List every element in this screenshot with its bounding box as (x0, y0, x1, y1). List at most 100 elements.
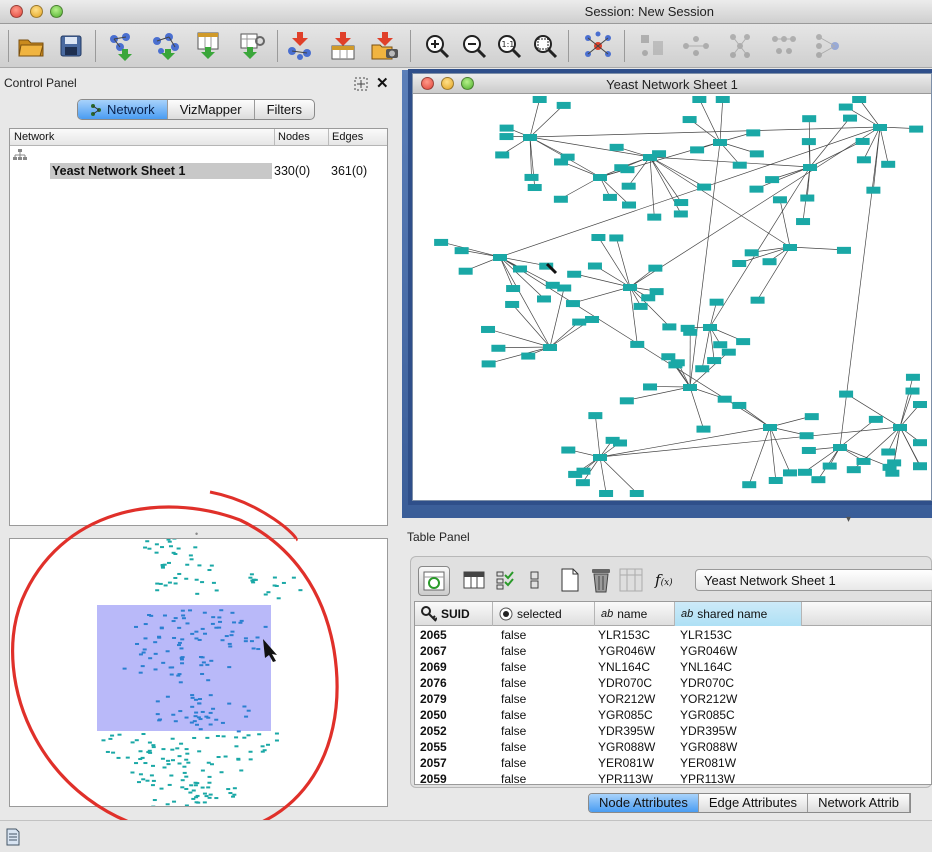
table-row[interactable]: 2050 false YGR085C YGR085C (415, 707, 931, 723)
network-name: Yeast Network Sheet 1 (52, 164, 186, 178)
column-name[interactable]: ab name (595, 602, 675, 626)
table-row[interactable]: 2055 false YGR088W YGR088W (415, 739, 931, 755)
new-column-icon[interactable] (559, 567, 581, 596)
export-image-icon[interactable] (369, 30, 401, 62)
column-suid[interactable]: SUID (415, 602, 493, 626)
network-node (553, 195, 568, 203)
tab-network-attributes[interactable]: Network Attrib (808, 794, 910, 812)
network-canvas[interactable] (413, 94, 931, 500)
control-panel-label: Control Panel (4, 76, 77, 90)
zoom-selected-icon[interactable] (529, 30, 561, 62)
network-edge (769, 426, 791, 473)
network-node (527, 184, 542, 192)
cell-shared: YGR046W (680, 644, 738, 658)
zoom-out-icon[interactable] (458, 30, 490, 62)
table-row[interactable]: 2057 false YER081W YER081W (415, 755, 931, 771)
network-view-2-icon[interactable] (680, 30, 712, 62)
network-node (732, 260, 747, 268)
network-node (839, 390, 854, 398)
network-hub-node (703, 324, 717, 331)
table-row[interactable]: 2059 false YPR113W YPR113W (415, 771, 931, 785)
zoom-actual-icon[interactable]: 1:1 (493, 30, 525, 62)
open-session-icon[interactable] (15, 30, 47, 62)
toolbar-separator (8, 30, 9, 62)
function-builder-icon[interactable]: f(x) (655, 571, 673, 589)
network-node (843, 114, 858, 122)
export-table-icon[interactable] (327, 30, 359, 62)
cell-shared: YGR085C (680, 708, 735, 722)
column-shared-name[interactable]: ab shared name (675, 602, 802, 626)
cell-suid: 2069 (420, 660, 447, 674)
columns-list-icon[interactable] (528, 570, 542, 593)
float-panel-icon[interactable] (354, 77, 368, 94)
network-view-5-icon[interactable] (812, 30, 844, 62)
network-node (783, 469, 798, 477)
cell-shared: YDR395W (680, 724, 737, 738)
network-node (621, 182, 636, 190)
network-edge (879, 126, 889, 164)
table-row[interactable]: 2052 false YDR395W YDR395W (415, 723, 931, 739)
title-bar: Session: New Session (0, 0, 932, 24)
network-node (481, 360, 496, 368)
network-edge (598, 236, 631, 288)
tab-edge-attributes[interactable]: Edge Attributes (699, 794, 809, 812)
import-table-icon[interactable] (193, 30, 225, 62)
cell-name: YPR113W (598, 772, 654, 785)
network-node (521, 352, 536, 360)
column-network[interactable]: Network (14, 131, 54, 143)
tab-network[interactable]: Network (78, 100, 168, 119)
network-select-dropdown[interactable]: Yeast Network Sheet 1 (695, 569, 932, 591)
toolbar-separator (568, 30, 569, 62)
delete-table-icon[interactable] (619, 568, 643, 595)
network-node (746, 129, 761, 137)
table-row[interactable]: 2069 false YNL164C YNL164C (415, 659, 931, 675)
table-row[interactable]: 2067 false YGR046W YGR046W (415, 643, 931, 659)
network-list-panel: Network Nodes Edges Yeast Network Sheet … (9, 128, 388, 526)
cell-selected: false (501, 676, 527, 690)
select-columns-icon[interactable] (495, 570, 515, 593)
cell-name: YLR153C (598, 628, 651, 642)
tab-vizmapper[interactable]: VizMapper (168, 100, 255, 119)
node-table: SUID selected ab name ab shared name 206… (414, 601, 932, 785)
network-view-1-icon[interactable] (636, 30, 668, 62)
network-node (641, 294, 656, 302)
column-selected[interactable]: selected (493, 602, 595, 626)
save-session-icon[interactable] (55, 30, 87, 62)
import-table-url-icon[interactable] (237, 30, 269, 62)
layout-icon[interactable] (582, 30, 614, 62)
network-edge (629, 286, 638, 344)
resize-handle[interactable]: ▾ (846, 514, 851, 525)
table-row[interactable]: 2065 false YLR153C YLR153C (415, 627, 931, 643)
network-node (532, 96, 547, 103)
network-hub-node (493, 254, 507, 261)
network-hub-node (593, 454, 607, 461)
delete-column-icon[interactable] (590, 566, 612, 597)
close-panel-icon[interactable]: ✕ (376, 74, 389, 92)
network-view-4-icon[interactable] (768, 30, 800, 62)
tab-node-attributes[interactable]: Node Attributes (589, 794, 699, 812)
import-network-icon[interactable] (105, 30, 137, 62)
radio-icon (499, 607, 513, 621)
cell-name: YGR046W (598, 644, 656, 658)
refresh-table-icon[interactable] (418, 566, 450, 596)
network-edge (899, 390, 913, 428)
table-row[interactable]: 2079 false YOR212W YOR212W (415, 691, 931, 707)
network-view-3-icon[interactable] (724, 30, 756, 62)
tab-filters[interactable]: Filters (255, 100, 314, 119)
network-edge (498, 346, 551, 349)
import-network-url-icon[interactable] (150, 30, 182, 62)
cell-name: YOR212W (598, 692, 656, 706)
column-nodes[interactable]: Nodes (274, 129, 310, 145)
column-edges[interactable]: Edges (328, 129, 363, 145)
export-network-icon[interactable] (284, 30, 316, 62)
show-columns-icon[interactable] (463, 570, 485, 593)
task-history-icon[interactable] (5, 828, 21, 849)
network-node (499, 133, 514, 141)
network-node (619, 397, 634, 405)
table-row[interactable]: 2076 false YDR070C YDR070C (415, 675, 931, 691)
network-select-value: Yeast Network Sheet 1 (704, 573, 836, 588)
cell-shared: YNL164C (680, 660, 733, 674)
zoom-in-icon[interactable] (421, 30, 453, 62)
tab-filters-label: Filters (266, 102, 302, 117)
network-hub-node (683, 384, 697, 391)
